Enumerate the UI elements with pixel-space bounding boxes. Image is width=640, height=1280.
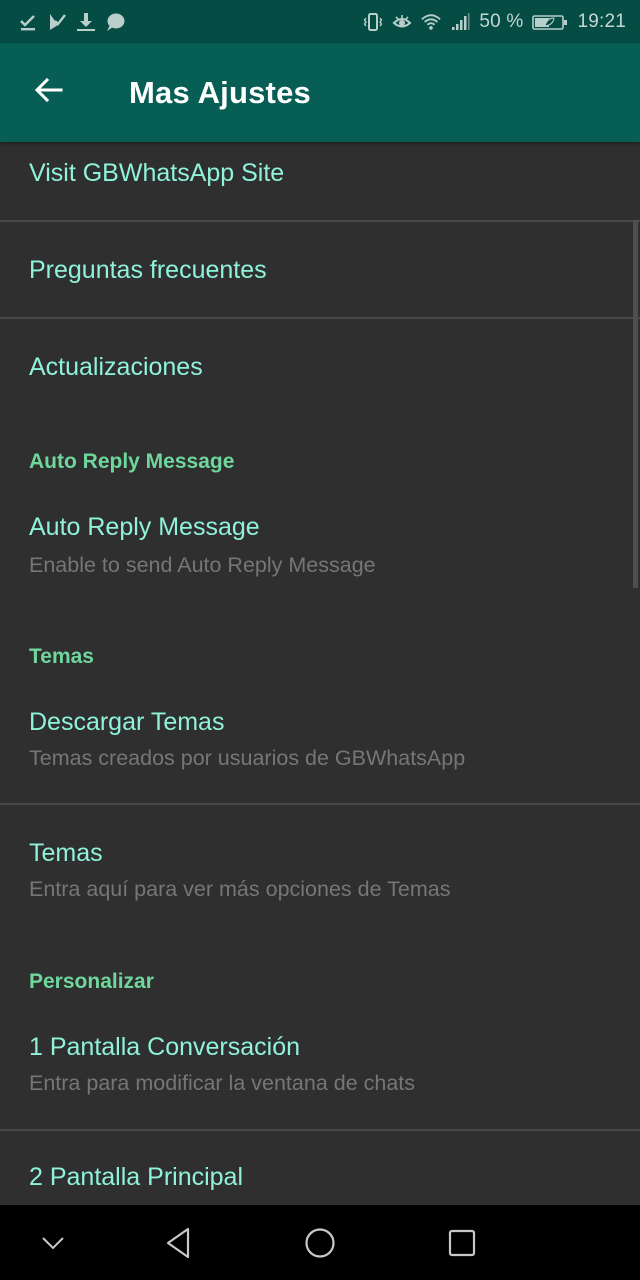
back-triangle-icon xyxy=(165,1227,191,1259)
pref-title: 1 Pantalla Conversación xyxy=(29,1033,300,1061)
app-toolbar: Mas Ajustes xyxy=(0,43,640,142)
back-button[interactable] xyxy=(0,43,100,142)
pref-title: Visit GBWhatsApp Site xyxy=(29,159,285,187)
hide-nav-icon xyxy=(41,1236,65,1250)
pref-auto-reply[interactable]: Auto Reply Message Enable to send Auto R… xyxy=(0,487,640,597)
pref-themes[interactable]: Temas Entra aquí para ver más opciones d… xyxy=(0,805,640,930)
pref-visit-site[interactable]: Visit GBWhatsApp Site xyxy=(0,142,640,220)
pref-summary: Temas creados por usuarios de GBWhatsApp xyxy=(29,746,466,770)
scrollbar[interactable] xyxy=(633,220,638,588)
clock: 19:21 xyxy=(577,10,626,32)
hide-nav-button[interactable] xyxy=(8,1205,98,1280)
section-header-themes: Temas xyxy=(29,645,94,668)
recents-square-icon xyxy=(448,1229,476,1257)
pref-summary: Enable to send Auto Reply Message xyxy=(29,553,376,577)
section-header-customize: Personalizar xyxy=(29,970,154,993)
battery-percent: 50 % xyxy=(479,10,524,32)
system-status: 50 % 19:21 xyxy=(363,11,626,33)
home-circle-icon xyxy=(304,1227,336,1259)
eye-comfort-icon xyxy=(392,12,412,32)
pref-updates[interactable]: Actualizaciones xyxy=(0,319,640,414)
checkmark-download-icon xyxy=(18,12,38,32)
download-icon xyxy=(76,12,96,32)
pref-title: Descargar Temas xyxy=(29,708,225,736)
pref-title: Preguntas frecuentes xyxy=(29,256,267,284)
pref-summary: Entra para modificar la ventana de chats xyxy=(29,1071,416,1095)
message-bubble-icon xyxy=(105,12,125,32)
nav-home-button[interactable] xyxy=(275,1205,365,1280)
arrow-left-icon xyxy=(34,75,64,110)
pref-conversation-screen[interactable]: 1 Pantalla Conversación Entra para modif… xyxy=(0,1007,640,1129)
pref-title: Actualizaciones xyxy=(29,353,203,381)
preferences-list[interactable]: Visit GBWhatsApp Site Preguntas frecuent… xyxy=(0,142,640,1205)
status-bar: 50 % 19:21 xyxy=(0,0,640,43)
nav-recents-button[interactable] xyxy=(417,1205,507,1280)
battery-charging-icon xyxy=(532,12,568,32)
nav-back-button[interactable] xyxy=(133,1205,223,1280)
pref-summary: Entra aquí para ver más opciones de Tema… xyxy=(29,877,451,901)
system-nav-bar xyxy=(0,1205,640,1280)
page-title: Mas Ajustes xyxy=(129,74,311,110)
pref-faq[interactable]: Preguntas frecuentes xyxy=(0,222,640,317)
pref-title: Auto Reply Message xyxy=(29,513,260,541)
vibrate-icon xyxy=(363,12,383,32)
play-check-icon xyxy=(47,12,67,32)
section-header-auto-reply: Auto Reply Message xyxy=(29,450,235,473)
pref-title: Temas xyxy=(29,839,103,867)
cellular-signal-icon xyxy=(450,12,470,32)
pref-download-themes[interactable]: Descargar Temas Temas creados por usuari… xyxy=(0,682,640,802)
wifi-icon xyxy=(421,12,442,32)
notification-icons xyxy=(18,12,125,32)
pref-main-screen[interactable]: 2 Pantalla Principal xyxy=(0,1131,640,1205)
pref-title: 2 Pantalla Principal xyxy=(29,1163,244,1191)
